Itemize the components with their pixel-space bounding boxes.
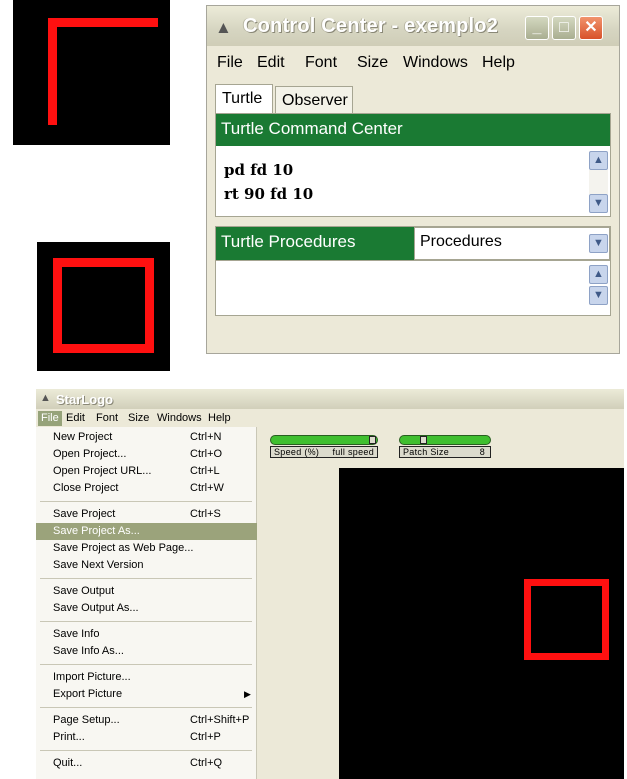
tab-observer[interactable]: Observer <box>275 86 353 114</box>
starlogo-turtle-icon: ▲ <box>40 392 51 404</box>
minimize-button[interactable]: _ <box>525 16 549 40</box>
tab-turtle[interactable]: Turtle <box>215 84 273 114</box>
menu-item-save-info-as[interactable]: Save Info As... <box>36 643 257 660</box>
menu-help[interactable]: Help <box>482 54 515 72</box>
menu-font[interactable]: Font <box>305 54 337 72</box>
menu-item-print[interactable]: Print... Ctrl+P <box>36 729 257 746</box>
window-title: StarLogo <box>56 392 114 407</box>
chevron-down-icon: ▼ <box>593 289 604 301</box>
maximize-icon: □ <box>559 19 569 36</box>
menu-item-save-info[interactable]: Save Info <box>36 626 257 643</box>
menu-file[interactable]: File <box>217 54 243 72</box>
menu-item-open-project-url[interactable]: Open Project URL... Ctrl+L <box>36 463 257 480</box>
command-line: rt 90 fd 10 <box>224 185 314 203</box>
procedures-editor[interactable]: ▲ ▼ <box>216 260 610 315</box>
menu-item-save-project[interactable]: Save Project Ctrl+S <box>36 506 257 523</box>
menu-item-open-project[interactable]: Open Project... Ctrl+O <box>36 446 257 463</box>
menu-item-export-picture[interactable]: Export Picture ▶ <box>36 686 257 703</box>
dropdown-arrow-button[interactable]: ▼ <box>589 234 608 253</box>
command-line: pd fd 10 <box>224 161 294 179</box>
menu-font[interactable]: Font <box>96 412 118 424</box>
starlogo-menubar: File Edit Font Size Windows Help <box>36 410 624 427</box>
chevron-up-icon: ▲ <box>593 154 604 166</box>
patch-size-slider[interactable] <box>399 435 491 445</box>
menu-item-close-project[interactable]: Close Project Ctrl+W <box>36 480 257 497</box>
patch-size-slider-label: Patch Size 8 <box>399 446 491 458</box>
menu-separator <box>40 501 252 502</box>
scrollbar-track[interactable] <box>589 170 608 194</box>
chevron-down-icon: ▼ <box>593 237 604 249</box>
procedures-panel: Turtle Procedures Procedures ▼ ▲ ▼ <box>215 226 611 316</box>
minimize-icon: _ <box>532 19 542 36</box>
slider-thumb[interactable] <box>369 436 376 444</box>
menu-item-page-setup[interactable]: Page Setup... Ctrl+Shift+P <box>36 712 257 729</box>
menu-file[interactable]: File <box>38 411 62 426</box>
scroll-up-button[interactable]: ▲ <box>589 151 608 170</box>
control-center-window: ▲ Control Center - exemplo2 _ □ ✕ File E… <box>206 5 620 354</box>
turtle-line-horizontal <box>48 18 158 27</box>
menu-item-save-next-version[interactable]: Save Next Version <box>36 557 257 574</box>
starlogo-turtle-icon: ▲ <box>215 18 232 37</box>
close-button[interactable]: ✕ <box>579 16 603 40</box>
menu-item-import-picture[interactable]: Import Picture... <box>36 669 257 686</box>
menu-help[interactable]: Help <box>208 412 231 424</box>
maximize-button[interactable]: □ <box>552 16 576 40</box>
scroll-up-button[interactable]: ▲ <box>589 265 608 284</box>
menu-separator <box>40 578 252 579</box>
chevron-up-icon: ▲ <box>593 268 604 280</box>
menu-windows[interactable]: Windows <box>403 54 468 72</box>
menu-edit[interactable]: Edit <box>257 54 285 72</box>
starlogo-titlebar[interactable]: ▲ StarLogo <box>36 389 624 409</box>
menu-separator <box>40 621 252 622</box>
speed-slider-label: Speed (%) full speed <box>270 446 378 458</box>
menu-item-save-project-web-page[interactable]: Save Project as Web Page... <box>36 540 257 557</box>
scroll-down-button[interactable]: ▼ <box>589 286 608 305</box>
menu-separator <box>40 707 252 708</box>
menu-item-save-output-as[interactable]: Save Output As... <box>36 600 257 617</box>
control-center-titlebar[interactable]: ▲ Control Center - exemplo2 _ □ ✕ <box>207 6 619 46</box>
turtle-square <box>524 579 609 660</box>
procedures-header: Turtle Procedures <box>216 227 414 260</box>
chevron-down-icon: ▼ <box>593 197 604 209</box>
turtle-canvas-step2 <box>37 242 170 371</box>
window-title: Control Center - exemplo2 <box>243 15 499 37</box>
submenu-arrow-icon: ▶ <box>244 689 251 699</box>
menu-item-save-output[interactable]: Save Output <box>36 583 257 600</box>
menu-size[interactable]: Size <box>128 412 149 424</box>
starlogo-window: ▲ StarLogo File Edit Font Size Windows H… <box>36 389 624 779</box>
close-icon: ✕ <box>584 19 598 36</box>
command-center-header: Turtle Command Center <box>216 114 610 146</box>
graphics-canvas[interactable] <box>339 468 624 779</box>
scroll-down-button[interactable]: ▼ <box>589 194 608 213</box>
slider-thumb[interactable] <box>420 436 427 444</box>
turtle-line-vertical <box>48 18 57 125</box>
file-menu-dropdown: New Project Ctrl+N Open Project... Ctrl+O … <box>36 427 257 779</box>
menu-size[interactable]: Size <box>357 54 388 72</box>
menu-windows[interactable]: Windows <box>157 412 202 424</box>
speed-slider[interactable] <box>270 435 378 445</box>
procedures-dropdown[interactable]: Procedures ▼ <box>414 227 610 260</box>
command-center-panel: Turtle Command Center pd fd 10 rt 90 fd … <box>215 113 611 217</box>
turtle-square <box>53 258 154 353</box>
menu-edit[interactable]: Edit <box>66 412 85 424</box>
procedures-dropdown-value: Procedures <box>420 233 502 250</box>
menu-separator <box>40 750 252 751</box>
menu-item-new-project[interactable]: New Project Ctrl+N <box>36 429 257 446</box>
control-center-menubar: File Edit Font Size Windows Help <box>207 46 619 76</box>
menu-item-save-project-as[interactable]: Save Project As... <box>36 523 257 540</box>
command-center-input[interactable]: pd fd 10 rt 90 fd 10 ▲ ▼ <box>216 146 610 216</box>
menu-separator <box>40 664 252 665</box>
menu-item-quit[interactable]: Quit... Ctrl+Q <box>36 755 257 772</box>
turtle-canvas-step1 <box>13 0 170 145</box>
